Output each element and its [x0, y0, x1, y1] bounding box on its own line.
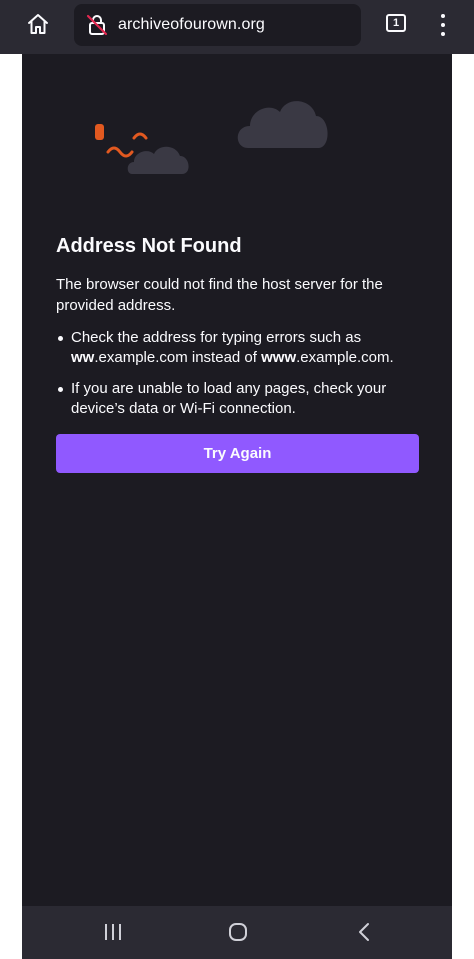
more-vert-icon — [441, 14, 445, 18]
illustration-small-cloud — [127, 146, 189, 174]
suggestion-text: .example.com instead of — [94, 349, 262, 366]
tabs-counter-icon: 1 — [386, 14, 406, 32]
system-home-button[interactable] — [228, 922, 248, 942]
url-text[interactable]: archiveofourown.org — [118, 16, 265, 34]
url-bar[interactable]: archiveofourown.org — [74, 4, 361, 46]
tabs-button[interactable]: 1 — [385, 13, 409, 35]
browser-toolbar: archiveofourown.org 1 — [0, 0, 474, 54]
suggestion-text: .example.com. — [296, 349, 394, 366]
suggestion-bold: ww — [71, 349, 95, 366]
system-home-icon — [229, 923, 247, 941]
more-vert-icon-dot — [441, 32, 445, 36]
back-icon — [359, 923, 369, 941]
error-illustration — [95, 101, 328, 174]
recent-apps-button[interactable] — [102, 922, 124, 942]
illustration-orange-block — [95, 124, 104, 140]
site-security-button[interactable] — [84, 12, 110, 38]
illustration-orange-squiggle — [106, 146, 134, 158]
menu-button[interactable] — [436, 12, 450, 38]
illustration-large-cloud — [237, 101, 328, 148]
suggestion-check-address: Check the address for typing errors such… — [56, 328, 420, 368]
error-suggestions: Check the address for typing errors such… — [56, 328, 420, 419]
error-content: Address Not Found The browser could not … — [56, 232, 420, 430]
more-vert-icon-dot — [441, 23, 445, 27]
recent-apps-icon — [105, 924, 121, 940]
insecure-lock-icon — [86, 14, 108, 36]
home-button[interactable] — [24, 10, 52, 38]
suggestion-text: Check the address for typing errors such… — [71, 329, 362, 346]
illustration-orange-arc — [132, 132, 148, 140]
suggestion-check-connection: If you are unable to load any pages, che… — [56, 379, 420, 419]
error-title: Address Not Found — [56, 235, 242, 257]
system-navigation-bar — [22, 906, 452, 959]
home-icon — [28, 14, 48, 34]
back-button[interactable] — [356, 921, 372, 943]
suggestion-bold: www — [261, 349, 297, 366]
screen: archiveofourown.org 1 Address Not Found … — [0, 0, 474, 959]
error-description: The browser could not find the host serv… — [56, 276, 383, 314]
try-again-button[interactable]: Try Again — [56, 434, 419, 473]
